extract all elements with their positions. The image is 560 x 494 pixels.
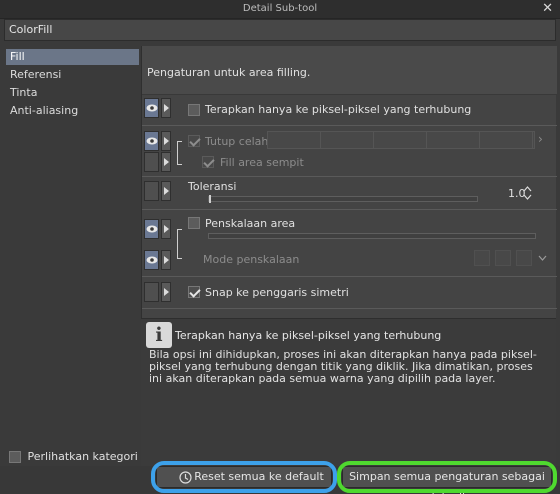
chevron-right-icon[interactable]: › (538, 132, 543, 146)
scaling-mode-icon-2[interactable] (495, 250, 511, 266)
tolerance-label: Toleransi (188, 180, 237, 193)
expand-arrow-icon[interactable] (161, 152, 171, 172)
subtool-name-field: ColorFill (4, 19, 556, 41)
expand-arrow-icon[interactable] (161, 250, 171, 270)
category-sidebar: Fill Referensi Tinta Anti-aliasing (4, 46, 141, 466)
spin-arrows-icon[interactable] (523, 186, 532, 200)
show-categories-label: Perlihatkan kategori (27, 450, 138, 463)
row-divider (142, 308, 557, 309)
row-divider (142, 209, 557, 210)
fill-narrow-checkbox[interactable] (202, 156, 214, 168)
scaling-mode-icon-3[interactable] (516, 250, 532, 266)
expand-arrow-icon[interactable] (161, 98, 171, 118)
help-box: i Terapkan hanya ke piksel-piksel yang t… (141, 318, 556, 466)
group-bracket (177, 141, 182, 165)
group-bracket (177, 229, 182, 259)
window-title: Detail Sub-tool (242, 3, 318, 14)
eye-icon[interactable] (144, 250, 159, 270)
sidebar-item-tinta[interactable]: Tinta (6, 85, 139, 101)
subtool-name: ColorFill (9, 23, 53, 36)
chevron-down-icon[interactable] (538, 255, 547, 261)
help-body: Bila opsi ini dihidupkan, proses ini aka… (149, 348, 537, 385)
sidebar-item-fill[interactable]: Fill (6, 49, 139, 65)
scaling-mode-label: Mode penskalaan (203, 253, 300, 266)
expand-arrow-icon[interactable] (161, 219, 171, 239)
area-scaling-label: Penskalaan area (205, 217, 296, 230)
eye-off-icon[interactable] (144, 181, 159, 201)
tolerance-slider[interactable] (208, 196, 478, 202)
panel-header-text: Pengaturan untuk area filling. (147, 66, 311, 79)
help-title: Terapkan hanya ke piksel-piksel yang ter… (175, 329, 442, 342)
expand-arrow-icon[interactable] (161, 282, 171, 302)
eye-off-icon[interactable] (144, 152, 159, 172)
show-categories-option[interactable]: Perlihatkan kategori (9, 450, 138, 463)
close-gap-checkbox[interactable] (188, 135, 200, 147)
eye-icon[interactable] (144, 219, 159, 239)
show-categories-checkbox[interactable] (9, 451, 21, 463)
connected-only-label: Terapkan hanya ke piksel-piksel yang ter… (205, 103, 472, 116)
eye-icon[interactable] (144, 98, 159, 118)
scaling-mode-icon-1[interactable] (474, 250, 490, 266)
tolerance-slider-knob[interactable] (209, 195, 211, 203)
sidebar-item-anti-aliasing[interactable]: Anti-aliasing (6, 103, 139, 119)
area-scaling-slider[interactable] (208, 233, 536, 239)
fill-narrow-label: Fill area sempit (220, 156, 304, 169)
close-icon[interactable]: ✕ (542, 1, 553, 16)
row-divider (142, 276, 557, 277)
row-divider (142, 125, 557, 126)
title-bar: Detail Sub-tool ✕ (0, 0, 560, 19)
snap-symmetry-label: Snap ke penggaris simetri (205, 286, 349, 299)
expand-arrow-icon[interactable] (161, 181, 171, 201)
connected-only-checkbox[interactable] (188, 104, 200, 116)
close-gap-label: Tutup celah (205, 135, 269, 148)
close-gap-level-selector[interactable] (267, 131, 535, 149)
snap-symmetry-checkbox[interactable] (188, 286, 200, 298)
highlight-ring-blue (151, 461, 337, 493)
sidebar-item-referensi[interactable]: Referensi (6, 67, 139, 83)
expand-arrow-icon[interactable] (161, 131, 171, 151)
area-scaling-checkbox[interactable] (188, 217, 200, 229)
info-icon: i (146, 322, 172, 348)
eye-off-icon[interactable] (144, 282, 159, 302)
row-divider (142, 176, 557, 177)
eye-icon[interactable] (144, 131, 159, 151)
panel-header: Pengaturan untuk area filling. (142, 46, 557, 95)
highlight-ring-green (337, 461, 557, 493)
